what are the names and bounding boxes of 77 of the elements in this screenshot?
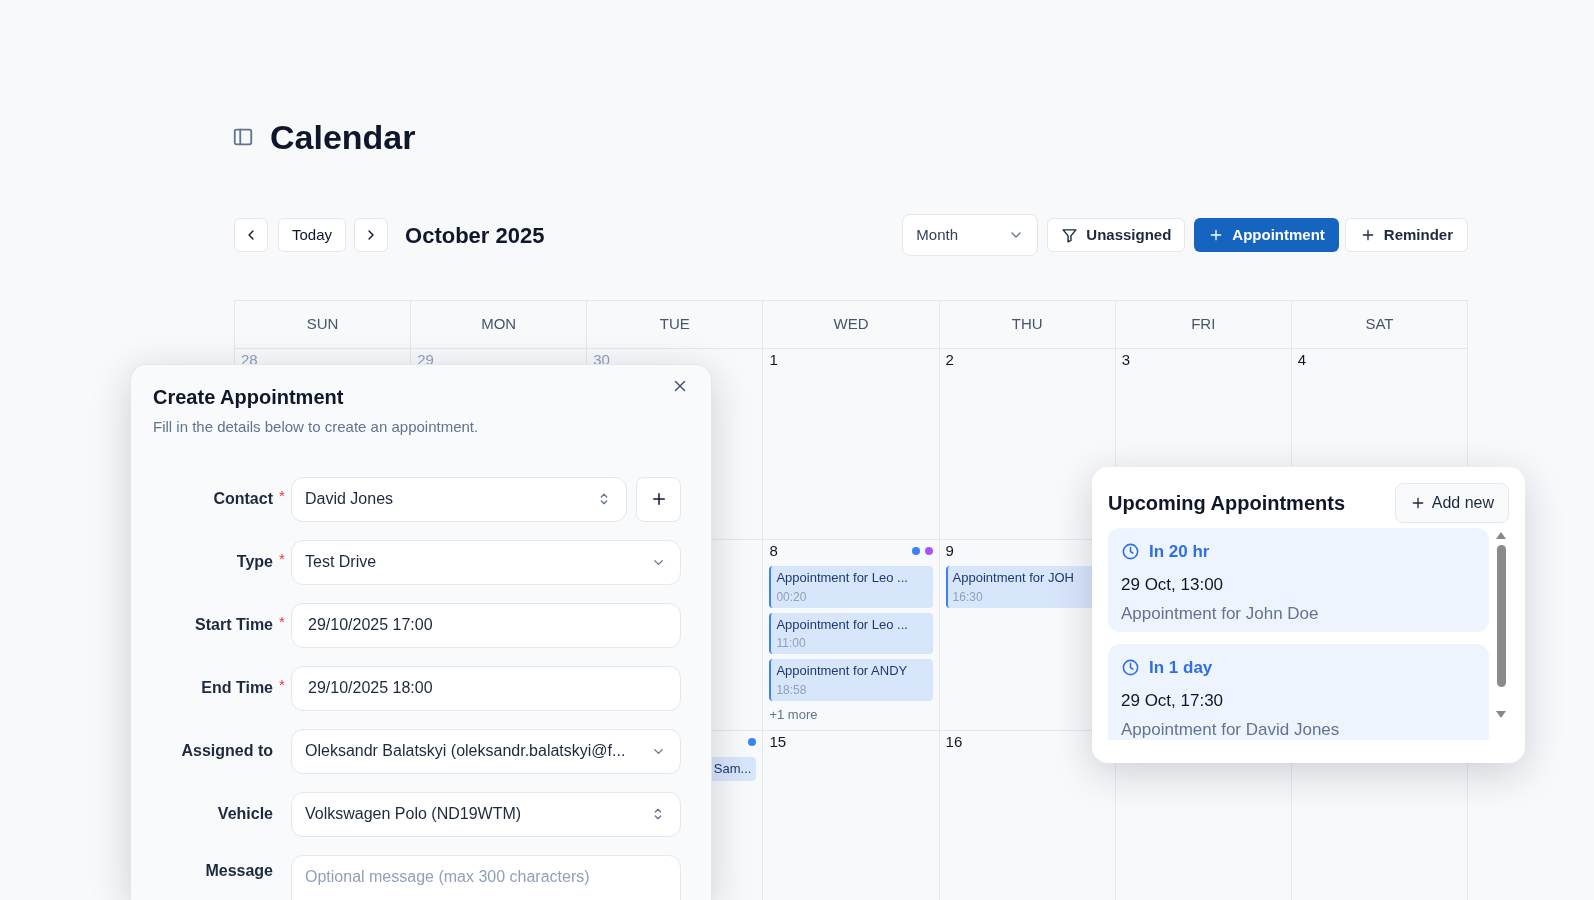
combobox-field[interactable]: David Jones: [291, 476, 627, 522]
weekday-header: WED: [763, 301, 940, 349]
event-time: 16:30: [952, 588, 983, 606]
relative-time: In 20 hr: [1149, 541, 1210, 563]
event-time: 18:58: [776, 681, 807, 699]
appointment-title: Appointment for David Jones: [1121, 719, 1341, 740]
dialog-subtitle: Fill in the details below to create an appointment.: [153, 417, 480, 437]
today-button[interactable]: Today: [278, 218, 347, 252]
scroll-up-arrow-icon[interactable]: [1496, 532, 1506, 539]
weekday-header: MON: [411, 301, 588, 349]
event-title: Appointment for Leo ...: [776, 615, 908, 634]
event-title: Sam...: [713, 760, 752, 778]
event-title: Appointment for Leo ...: [776, 569, 908, 587]
view-select[interactable]: Month: [902, 214, 1039, 256]
dialog-title: Create Appointment: [153, 385, 344, 410]
add-new-button[interactable]: Add new: [1394, 483, 1509, 523]
day-number: 16: [945, 731, 963, 752]
appointment-card[interactable]: In 20 hr 29 Oct, 13:00 Appointment for John Doe: [1108, 528, 1489, 632]
relative-time: In 1 day: [1149, 657, 1213, 679]
field-label: Contact: [212, 489, 274, 509]
day-number: 2: [945, 349, 954, 370]
day-number: 9: [945, 540, 954, 561]
select-field[interactable]: Oleksandr Balatskyi (oleksandr.balatskyi@f...: [291, 728, 681, 774]
field-label: Message: [204, 860, 274, 881]
weekday-header: THU: [939, 301, 1116, 349]
event-title: Appointment for ANDY: [776, 662, 908, 680]
next-button[interactable]: [354, 218, 389, 252]
unassigned-filter-button[interactable]: Unassigned: [1047, 218, 1186, 252]
field-label: Vehicle: [216, 804, 274, 824]
day-number: 3: [1121, 349, 1131, 370]
message-field[interactable]: Optional message (max 300 characters): [291, 854, 681, 900]
day-number: 15: [769, 731, 787, 752]
day-cell[interactable]: 8 Appointment for Leo ... 00:20 Appointment for Leo ... 11:00 Appointment for ANDY 18:58 +1 more: [763, 540, 940, 731]
weekday-header: SUN: [235, 301, 412, 349]
event-chip[interactable]: Appointment for Leo ... 00:20: [769, 566, 933, 608]
page-title: Calendar: [270, 116, 416, 158]
day-number: 4: [1297, 349, 1307, 370]
event-time: 11:00: [776, 635, 806, 652]
scroll-down-arrow-icon[interactable]: [1496, 711, 1506, 718]
combobox-field[interactable]: Volkswagen Polo (ND19WTM): [291, 791, 681, 837]
day-number: 8: [769, 540, 778, 561]
new-appointment-button[interactable]: Appointment: [1194, 218, 1339, 252]
day-cell[interactable]: 15: [763, 731, 940, 900]
field-label: Type: [235, 552, 274, 572]
date-time-field[interactable]: 29/10/2025 18:00: [291, 665, 681, 711]
required-mark: *: [278, 548, 286, 569]
select-field[interactable]: Test Drive: [291, 539, 681, 585]
filter-icon: [1061, 226, 1079, 244]
weekday-header: FRI: [1115, 301, 1292, 349]
appointment-title: Appointment for John Doe: [1121, 603, 1320, 625]
event-chip[interactable]: Appointment for Leo ... 11:00: [769, 612, 933, 654]
required-mark: *: [278, 674, 286, 695]
required-mark: *: [278, 485, 286, 506]
field-label: Assigned to: [180, 741, 274, 761]
appointment-card[interactable]: In 1 day 29 Oct, 17:30 Appointment for David Jones: [1108, 644, 1489, 740]
scrollbar-thumb[interactable]: [1496, 545, 1506, 687]
sidebar-toggle-icon: [232, 126, 254, 148]
event-chip[interactable]: Appointment for ANDY 18:58: [769, 659, 933, 701]
required-mark: *: [278, 611, 286, 632]
date-time-field[interactable]: 29/10/2025 17:00: [291, 602, 681, 648]
clock-icon: [1121, 542, 1140, 562]
field-label: End Time: [200, 678, 274, 698]
appointment-datetime: 29 Oct, 13:00: [1121, 573, 1225, 596]
new-reminder-button[interactable]: Reminder: [1344, 218, 1468, 252]
weekday-header: SAT: [1291, 301, 1468, 349]
clock-icon: [1121, 658, 1140, 678]
add-contact-button[interactable]: [636, 476, 681, 522]
month-label: October 2025: [405, 221, 545, 250]
day-number: 1: [769, 349, 778, 370]
appointment-datetime: 29 Oct, 17:30: [1121, 689, 1225, 712]
field-label: Start Time: [194, 615, 274, 635]
day-cell[interactable]: 1: [763, 349, 940, 540]
more-link[interactable]: +1 more: [769, 704, 818, 724]
previous-button[interactable]: [234, 218, 268, 252]
event-time: 00:20: [776, 588, 807, 606]
weekday-header: TUE: [587, 301, 764, 349]
event-title: Appointment for JOH: [952, 569, 1074, 587]
